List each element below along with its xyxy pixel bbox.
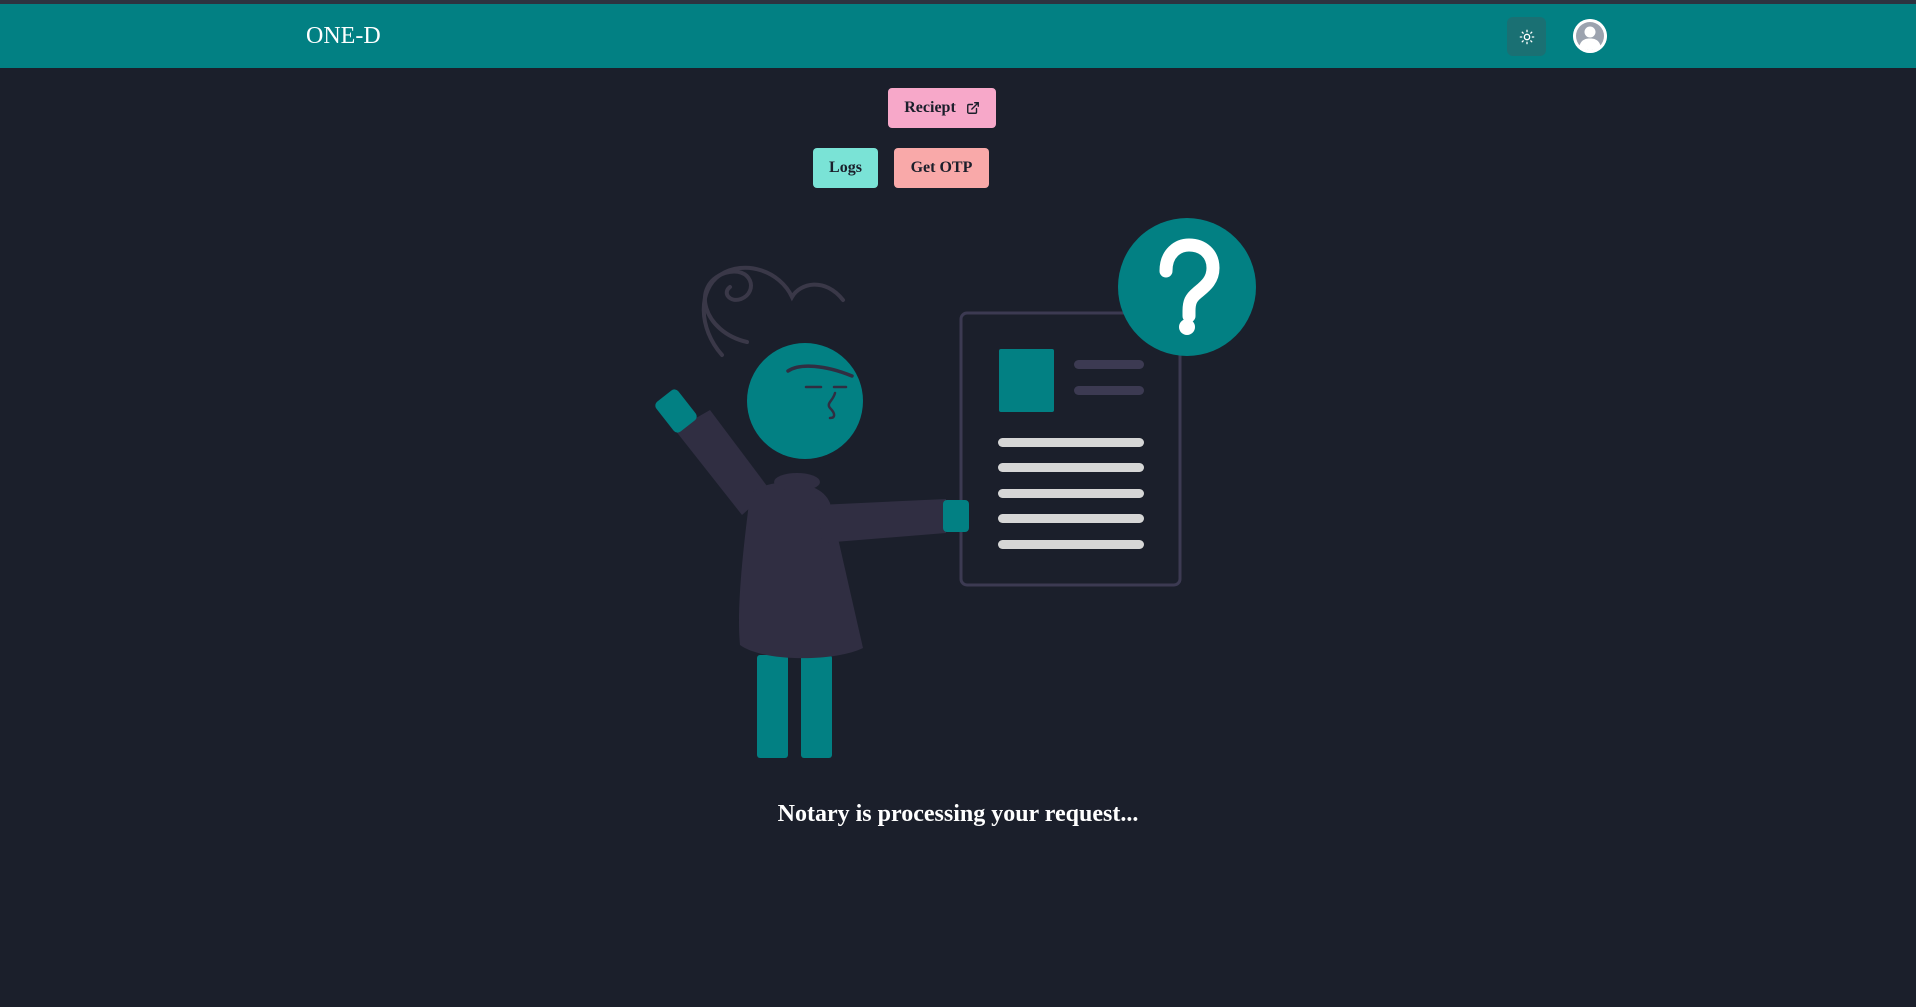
processing-illustration <box>655 218 1256 758</box>
question-mark-icon <box>1118 218 1256 356</box>
brand-logo[interactable]: ONE-D <box>306 21 381 51</box>
person-figure <box>655 265 969 758</box>
theme-toggle-button[interactable] <box>1507 17 1546 56</box>
external-link-icon <box>966 102 979 114</box>
receipt-button-label: Reciept <box>904 99 956 116</box>
logs-button-label: Logs <box>829 159 862 176</box>
logs-button[interactable]: Logs <box>813 148 878 188</box>
processing-status-text: Notary is processing your request... <box>777 801 1139 827</box>
user-avatar-button[interactable] <box>1573 19 1607 53</box>
user-avatar-icon <box>1573 19 1607 53</box>
receipt-button[interactable]: Reciept <box>888 88 996 128</box>
sun-icon <box>1519 29 1534 44</box>
navbar: ONE-D <box>0 4 1916 68</box>
get-otp-button[interactable]: Get OTP <box>894 148 989 188</box>
document-photo <box>999 349 1054 412</box>
get-otp-button-label: Get OTP <box>910 159 973 176</box>
